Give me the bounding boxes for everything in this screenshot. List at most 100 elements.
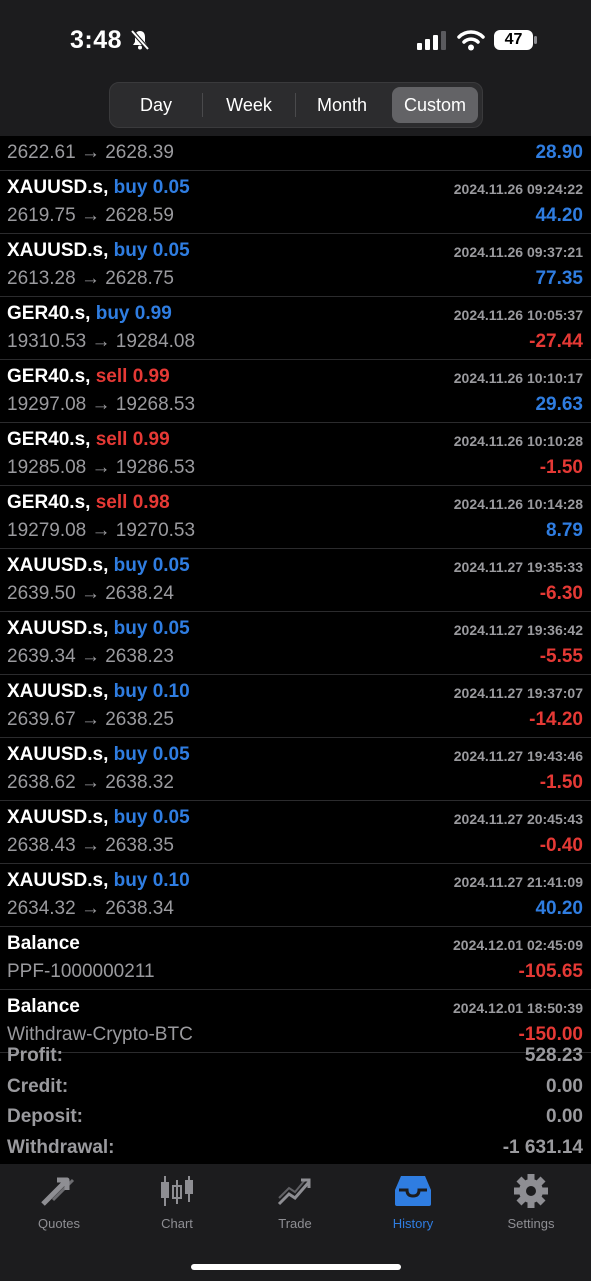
history-summary: Profit: 528.23 Credit: 0.00 Deposit: 0.0… (0, 1041, 591, 1163)
symbol-name: XAUUSD.s, (7, 618, 109, 639)
symbol-name: XAUUSD.s, (7, 870, 109, 891)
trade-prices: PPF-1000000211 (7, 961, 155, 982)
trade-side: buy 0.05 (113, 555, 190, 576)
list-item[interactable]: GER40.s, buy 0.99 2024.11.26 10:05:37 1931… (0, 297, 591, 360)
list-item[interactable]: XAUUSD.s, buy 0.05 2024.11.27 20:45:43 263… (0, 801, 591, 864)
summary-value: 0.00 (546, 1106, 583, 1127)
trade-date: 2024.11.26 09:24:22 (453, 181, 583, 197)
wifi-icon (457, 30, 485, 51)
trade-date: 2024.11.27 19:35:33 (453, 559, 583, 575)
tab-label: History (392, 1216, 434, 1231)
trade-side: sell 0.99 (95, 366, 170, 387)
trade-symbol: XAUUSD.s, buy 0.05 (7, 744, 190, 766)
list-item[interactable]: XAUUSD.s, buy 0.05 2024.11.26 09:24:22 261… (0, 171, 591, 234)
tab-label: Chart (161, 1216, 193, 1231)
summary-label: Withdrawal: (7, 1136, 115, 1158)
inbox-tray-icon (395, 1176, 431, 1206)
trade-profit: 77.35 (535, 268, 583, 289)
summary-withdrawal: Withdrawal: -1 631.14 (0, 1133, 591, 1164)
tab-label: Quotes (38, 1216, 80, 1231)
trade-date: 2024.11.27 21:41:09 (453, 874, 583, 890)
trade-symbol: Balance (7, 933, 80, 955)
trade-symbol: XAUUSD.s, buy 0.05 (7, 807, 190, 829)
trade-prices: 2639.50 → 2638.24 (7, 583, 174, 604)
trade-side: buy 0.99 (95, 303, 172, 324)
trade-profit: -6.30 (539, 583, 583, 604)
trade-prices: 2619.75 → 2628.59 (7, 205, 174, 226)
trade-prices: 2639.67 → 2638.25 (7, 709, 174, 730)
symbol-name: GER40.s, (7, 429, 91, 450)
trade-side: buy 0.05 (113, 618, 190, 639)
tab-history[interactable]: History (354, 1174, 472, 1231)
tab-label: Settings (507, 1216, 555, 1231)
trade-symbol: GER40.s, buy 0.99 (7, 303, 172, 325)
history-list[interactable]: 2622.61 → 2628.39 28.90 XAUUSD.s, buy 0.… (0, 136, 591, 1053)
trade-symbol: XAUUSD.s, buy 0.05 (7, 618, 190, 640)
trade-profit: -14.20 (529, 709, 583, 730)
list-item[interactable]: XAUUSD.s, buy 0.10 2024.11.27 19:37:07 263… (0, 675, 591, 738)
trade-profit: 44.20 (535, 205, 583, 226)
trade-date: 2024.12.01 18:50:39 (453, 1000, 583, 1016)
list-item[interactable]: XAUUSD.s, buy 0.10 2024.11.27 21:41:09 263… (0, 864, 591, 927)
symbol-name: XAUUSD.s, (7, 744, 109, 765)
summary-value: -1 631.14 (502, 1136, 583, 1158)
trade-symbol: XAUUSD.s, buy 0.10 (7, 681, 190, 703)
trade-symbol: XAUUSD.s, buy 0.05 (7, 555, 190, 577)
list-item[interactable]: XAUUSD.s, buy 0.05 2024.11.27 19:35:33 263… (0, 549, 591, 612)
list-item[interactable]: XAUUSD.s, buy 0.05 2024.11.26 09:37:21 261… (0, 234, 591, 297)
trade-prices: 2639.34 → 2638.23 (7, 646, 174, 667)
trade-profit: 8.79 (546, 520, 583, 541)
summary-label: Credit: (7, 1075, 69, 1097)
symbol-name: GER40.s, (7, 303, 91, 324)
tab-month[interactable]: Month (296, 87, 388, 123)
tab-quotes[interactable]: Quotes (0, 1174, 118, 1231)
period-segmented-control: Day Week Month Custom (109, 82, 483, 128)
trade-profit: -1.50 (539, 457, 583, 478)
list-item[interactable]: GER40.s, sell 0.99 2024.11.26 10:10:28 192… (0, 423, 591, 486)
summary-value: 528.23 (524, 1045, 583, 1066)
trade-date: 2024.11.26 10:10:17 (453, 370, 583, 386)
summary-value: 0.00 (546, 1075, 583, 1097)
list-item[interactable]: 2622.61 → 2628.39 28.90 (0, 136, 591, 171)
trade-date: 2024.11.27 19:36:42 (453, 622, 583, 638)
symbol-name: Balance (7, 996, 80, 1017)
trade-profit: -27.44 (529, 331, 583, 352)
tab-custom[interactable]: Custom (392, 87, 478, 123)
trade-prices: 2638.62 → 2638.32 (7, 772, 174, 793)
trade-date: 2024.11.27 19:43:46 (453, 748, 583, 764)
trade-symbol: GER40.s, sell 0.99 (7, 366, 170, 388)
tab-settings[interactable]: Settings (472, 1174, 590, 1231)
symbol-name: XAUUSD.s, (7, 681, 109, 702)
trade-prices: 2638.43 → 2638.35 (7, 835, 174, 856)
list-item[interactable]: GER40.s, sell 0.99 2024.11.26 10:10:17 192… (0, 360, 591, 423)
trade-profit: -5.55 (539, 646, 583, 667)
tab-week[interactable]: Week (203, 87, 295, 123)
list-item[interactable]: GER40.s, sell 0.98 2024.11.26 10:14:28 192… (0, 486, 591, 549)
home-indicator (191, 1264, 401, 1270)
summary-deposit: Deposit: 0.00 (0, 1102, 591, 1133)
list-item[interactable]: XAUUSD.s, buy 0.05 2024.11.27 19:36:42 263… (0, 612, 591, 675)
trade-side: buy 0.05 (113, 177, 190, 198)
tab-trade[interactable]: Trade (236, 1174, 354, 1231)
trade-symbol: XAUUSD.s, buy 0.10 (7, 870, 190, 892)
trade-date: 2024.11.26 10:14:28 (453, 496, 583, 512)
status-time: 3:48 (70, 26, 123, 54)
trade-prices: 2613.28 → 2628.75 (7, 268, 174, 289)
trade-date: 2024.11.26 10:10:28 (453, 433, 583, 449)
symbol-name: XAUUSD.s, (7, 177, 109, 198)
trade-profit: 40.20 (535, 898, 583, 919)
symbol-name: Balance (7, 933, 80, 954)
trade-profit: -0.40 (539, 835, 583, 856)
trade-trend-icon (277, 1178, 311, 1206)
trade-side: buy 0.10 (113, 870, 190, 891)
tab-chart[interactable]: Chart (118, 1174, 236, 1231)
tab-label: Trade (278, 1216, 312, 1231)
trade-prices: 2634.32 → 2638.34 (7, 898, 174, 919)
list-item[interactable]: Balance 2024.12.01 02:45:09 PPF-100000021… (0, 927, 591, 990)
symbol-name: XAUUSD.s, (7, 240, 109, 261)
gear-icon (514, 1174, 548, 1208)
trade-side: buy 0.05 (113, 240, 190, 261)
summary-label: Profit: (7, 1045, 63, 1066)
list-item[interactable]: XAUUSD.s, buy 0.05 2024.11.27 19:43:46 263… (0, 738, 591, 801)
tab-day[interactable]: Day (110, 87, 202, 123)
